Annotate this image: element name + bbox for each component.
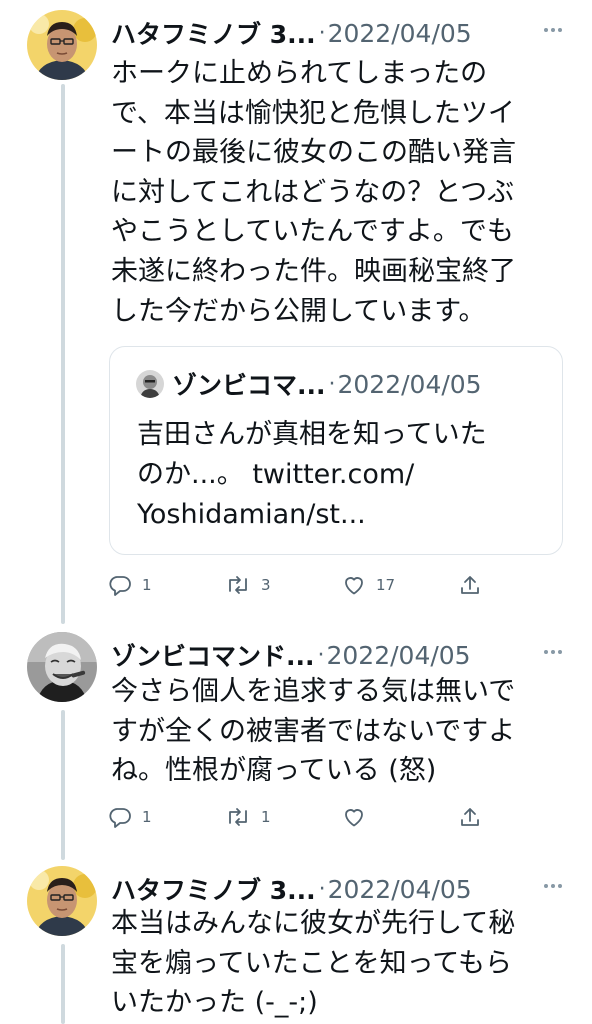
share-icon [461, 808, 479, 826]
tweet-date[interactable]: 2022/04/05 [328, 19, 472, 48]
retweet-icon [229, 808, 247, 826]
author-name[interactable]: ハタフミノブ 3... [111, 871, 316, 907]
like-button[interactable] [342, 802, 376, 832]
tweet-text: 本当はみんなに彼女が先行して秘 宝を煽っていたことを知ってもら いたかった (-… [111, 908, 516, 1019]
reply-button[interactable]: 1 [108, 802, 152, 832]
like-button[interactable]: 17 [342, 570, 395, 600]
tweet-text: 今さら個人を追求する気は無いで すが全くの被害者ではないですよ ね。性根が腐って… [111, 676, 516, 787]
reply-icon [109, 576, 131, 596]
quoted-tweet[interactable]: ゾンビコマ... · 2022/04/05 吉田さんが真相を知っていた のか..… [109, 346, 563, 555]
tweet-date[interactable]: 2022/04/05 [328, 875, 472, 904]
author-name[interactable]: ハタフミノブ 3... [111, 15, 316, 51]
quote-avatar [136, 370, 164, 398]
tweet[interactable]: ハタフミノブ 3... · 2022/04/05 ホークに止められてしまったの … [0, 10, 592, 610]
quote-date: 2022/04/05 [337, 369, 482, 399]
tweet-actions: 1 1 [108, 802, 508, 832]
quote-author-name: ゾンビコマ... [172, 371, 326, 400]
tweet-text: ホークに止められてしまったの で、本当は愉快犯と危惧したツイ ートの最後に彼女の… [111, 58, 516, 327]
tweet-date[interactable]: 2022/04/05 [327, 641, 471, 670]
tweet[interactable]: ゾンビコマンド... · 2022/04/05 今さら個人を追求する気は無いで … [0, 632, 592, 832]
reply-count: 1 [142, 576, 152, 594]
quote-header: ゾンビコマ... · 2022/04/05 [136, 366, 482, 402]
heart-icon [345, 809, 363, 827]
quote-text: 吉田さんが真相を知っていた のか...。 twitter.com/ Yoshid… [137, 419, 487, 530]
avatar[interactable] [27, 632, 97, 702]
share-button[interactable] [458, 802, 482, 832]
tweet[interactable]: ハタフミノブ 3... · 2022/04/05 本当はみんなに彼女が先行して秘… [0, 866, 592, 1024]
author-name[interactable]: ゾンビコマンド... [111, 637, 315, 673]
separator: · [328, 371, 336, 397]
reply-icon [109, 808, 131, 828]
retweet-count: 3 [261, 576, 271, 594]
more-options-icon[interactable] [540, 637, 566, 667]
retweet-button[interactable]: 1 [225, 802, 271, 832]
like-count: 17 [376, 576, 396, 594]
tweet-header: ハタフミノブ 3... · 2022/04/05 [111, 13, 592, 53]
more-options-icon[interactable] [540, 871, 566, 901]
separator: · [317, 642, 325, 668]
retweet-icon [229, 576, 247, 594]
tweet-header: ハタフミノブ 3... · 2022/04/05 [111, 869, 592, 909]
separator: · [318, 20, 326, 46]
share-button[interactable] [458, 570, 482, 600]
more-options-icon[interactable] [540, 15, 566, 45]
avatar[interactable] [27, 866, 97, 936]
heart-icon [345, 577, 363, 595]
tweet-actions: 1 3 17 [108, 570, 508, 600]
separator: · [318, 876, 326, 902]
tweet-header: ゾンビコマンド... · 2022/04/05 [111, 635, 592, 675]
retweet-button[interactable]: 3 [225, 570, 271, 600]
retweet-count: 1 [261, 808, 271, 826]
reply-button[interactable]: 1 [108, 570, 152, 600]
reply-count: 1 [142, 808, 152, 826]
avatar[interactable] [27, 10, 97, 80]
share-icon [461, 576, 479, 594]
